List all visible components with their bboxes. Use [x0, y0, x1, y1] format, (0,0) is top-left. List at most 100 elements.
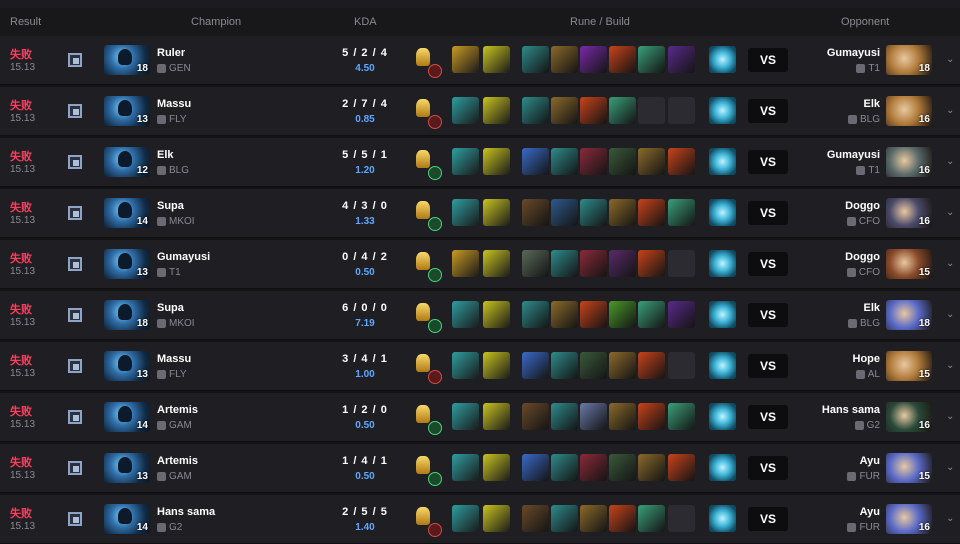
summoner-spell-icon[interactable] — [483, 454, 510, 481]
summoner-spell-icon[interactable] — [452, 199, 479, 226]
item-icon[interactable] — [580, 97, 607, 124]
summoner-spell-icon[interactable] — [483, 352, 510, 379]
summoner-spell-icon[interactable] — [452, 97, 479, 124]
item-icon[interactable] — [668, 148, 695, 175]
trinket-icon[interactable] — [709, 199, 736, 226]
champion-portrait[interactable]: 13 — [104, 249, 150, 279]
item-icon[interactable] — [638, 403, 665, 430]
secondary-rune-icon[interactable] — [428, 370, 442, 384]
player-name[interactable]: Elk — [157, 149, 174, 161]
item-icon[interactable] — [638, 250, 665, 277]
summoner-spell-icon[interactable] — [483, 301, 510, 328]
keystone-rune-icon[interactable] — [416, 150, 430, 168]
item-icon[interactable] — [522, 148, 549, 175]
opponent-name[interactable]: Ayu — [860, 506, 880, 518]
item-icon[interactable] — [609, 454, 636, 481]
table-row[interactable]: 失败 15.13 13 Gumayusi T1 0 / 4 / 2 0.50 VS Doggo C… — [0, 240, 960, 289]
secondary-rune-icon[interactable] — [428, 268, 442, 282]
item-icon[interactable] — [522, 250, 549, 277]
secondary-rune-icon[interactable] — [428, 217, 442, 231]
summoner-spell-icon[interactable] — [452, 148, 479, 175]
summoner-spell-icon[interactable] — [452, 403, 479, 430]
secondary-rune-icon[interactable] — [428, 166, 442, 180]
item-icon[interactable] — [522, 454, 549, 481]
opponent-name[interactable]: Elk — [863, 302, 880, 314]
keystone-rune-icon[interactable] — [416, 99, 430, 117]
item-icon[interactable] — [609, 46, 636, 73]
trinket-icon[interactable] — [709, 505, 736, 532]
item-icon[interactable] — [551, 505, 578, 532]
opponent-champion-portrait[interactable]: 16 — [886, 198, 932, 228]
item-icon[interactable] — [609, 97, 636, 124]
player-name[interactable]: Artemis — [157, 455, 198, 467]
item-icon[interactable] — [522, 403, 549, 430]
vs-button[interactable]: VS — [748, 507, 788, 531]
item-icon[interactable] — [580, 148, 607, 175]
opponent-name[interactable]: Hope — [853, 353, 881, 365]
item-icon[interactable] — [580, 352, 607, 379]
table-row[interactable]: 失败 15.13 13 Massu FLY 2 / 7 / 4 0.85 VS Elk BLG 16… — [0, 87, 960, 136]
player-name[interactable]: Massu — [157, 98, 191, 110]
item-icon[interactable] — [580, 403, 607, 430]
champion-portrait[interactable]: 18 — [104, 45, 150, 75]
player-name[interactable]: Ruler — [157, 47, 185, 59]
item-icon[interactable] — [609, 250, 636, 277]
item-icon[interactable] — [668, 454, 695, 481]
chevron-down-icon[interactable]: ⌄ — [946, 309, 954, 320]
item-icon[interactable] — [522, 199, 549, 226]
trinket-icon[interactable] — [709, 454, 736, 481]
keystone-rune-icon[interactable] — [416, 507, 430, 525]
item-icon[interactable] — [638, 46, 665, 73]
item-icon[interactable] — [609, 403, 636, 430]
keystone-rune-icon[interactable] — [416, 201, 430, 219]
player-name[interactable]: Artemis — [157, 404, 198, 416]
summoner-spell-icon[interactable] — [483, 97, 510, 124]
table-row[interactable]: 失败 15.13 12 Elk BLG 5 / 5 / 1 1.20 VS Gumayusi T1… — [0, 138, 960, 187]
chevron-down-icon[interactable]: ⌄ — [946, 54, 954, 65]
opponent-champion-portrait[interactable]: 16 — [886, 147, 932, 177]
item-icon[interactable] — [638, 454, 665, 481]
item-icon[interactable] — [580, 46, 607, 73]
trinket-icon[interactable] — [709, 97, 736, 124]
item-icon[interactable] — [580, 199, 607, 226]
item-icon[interactable] — [638, 352, 665, 379]
item-icon[interactable] — [638, 199, 665, 226]
chevron-down-icon[interactable]: ⌄ — [946, 207, 954, 218]
keystone-rune-icon[interactable] — [416, 354, 430, 372]
opponent-champion-portrait[interactable]: 16 — [886, 96, 932, 126]
item-icon[interactable] — [580, 250, 607, 277]
chevron-down-icon[interactable]: ⌄ — [946, 156, 954, 167]
item-icon[interactable] — [551, 403, 578, 430]
opponent-name[interactable]: Doggo — [845, 200, 880, 212]
item-icon[interactable] — [551, 454, 578, 481]
summoner-spell-icon[interactable] — [452, 352, 479, 379]
player-name[interactable]: Hans sama — [157, 506, 215, 518]
champion-portrait[interactable]: 12 — [104, 147, 150, 177]
summoner-spell-icon[interactable] — [452, 454, 479, 481]
summoner-spell-icon[interactable] — [483, 250, 510, 277]
secondary-rune-icon[interactable] — [428, 115, 442, 129]
opponent-champion-portrait[interactable]: 16 — [886, 402, 932, 432]
vs-button[interactable]: VS — [748, 48, 788, 72]
chevron-down-icon[interactable]: ⌄ — [946, 513, 954, 524]
item-icon[interactable] — [580, 505, 607, 532]
item-icon[interactable] — [551, 46, 578, 73]
keystone-rune-icon[interactable] — [416, 405, 430, 423]
trinket-icon[interactable] — [709, 352, 736, 379]
item-icon[interactable] — [638, 505, 665, 532]
summoner-spell-icon[interactable] — [452, 301, 479, 328]
summoner-spell-icon[interactable] — [483, 505, 510, 532]
opponent-champion-portrait[interactable]: 15 — [886, 249, 932, 279]
item-icon[interactable] — [522, 97, 549, 124]
opponent-name[interactable]: Gumayusi — [827, 47, 880, 59]
chevron-down-icon[interactable]: ⌄ — [946, 105, 954, 116]
table-row[interactable]: 失败 15.13 18 Ruler GEN 5 / 2 / 4 4.50 VS Gumayusi… — [0, 36, 960, 85]
item-icon[interactable] — [668, 46, 695, 73]
item-icon[interactable] — [638, 301, 665, 328]
item-icon[interactable] — [609, 199, 636, 226]
chevron-down-icon[interactable]: ⌄ — [946, 360, 954, 371]
table-row[interactable]: 失败 15.13 14 Supa MKOI 4 / 3 / 0 1.33 VS Doggo CFO… — [0, 189, 960, 238]
item-icon[interactable] — [668, 403, 695, 430]
item-icon[interactable] — [551, 301, 578, 328]
champion-portrait[interactable]: 14 — [104, 504, 150, 534]
